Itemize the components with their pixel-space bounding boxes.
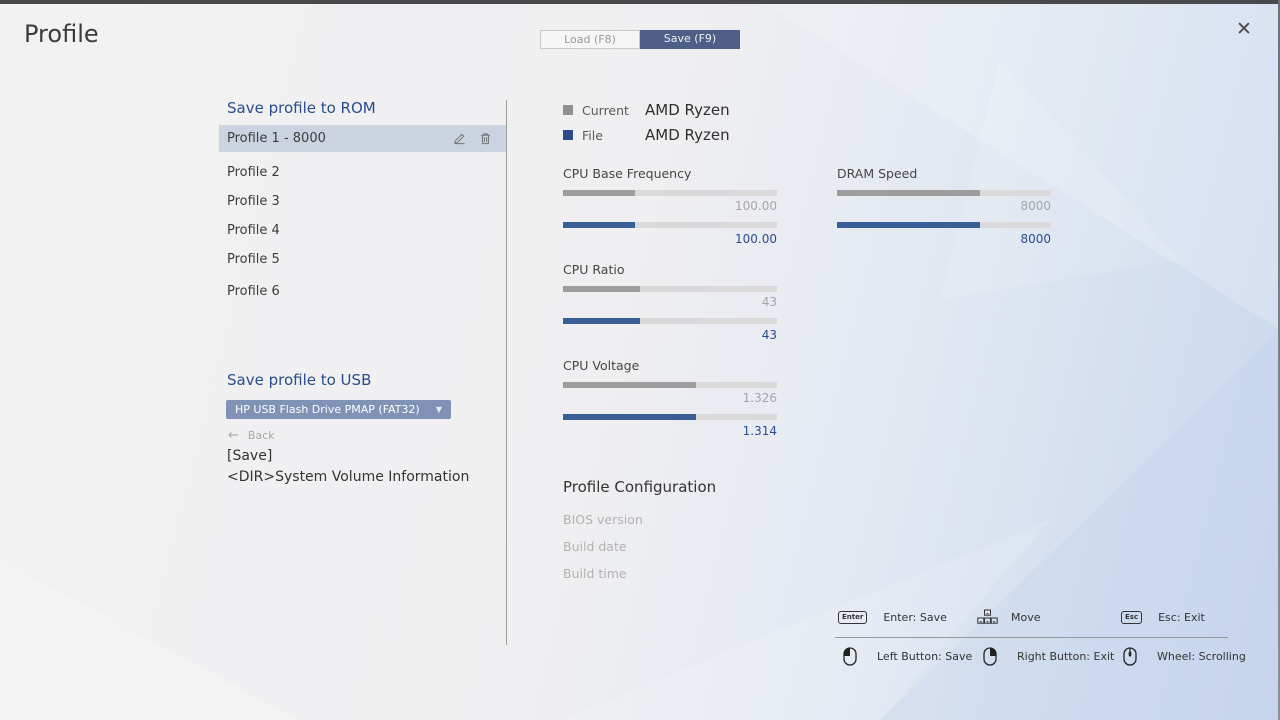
profile-slot-5[interactable]: Profile 5 — [219, 246, 506, 273]
slider-track-file[interactable] — [563, 414, 777, 420]
slider-value-file: 1.314 — [563, 424, 777, 438]
profile-slot-label: Profile 4 — [227, 223, 280, 238]
slider-cpu-base-frequency: CPU Base Frequency 100.00 100.00 — [563, 166, 777, 181]
slider-value-current: 100.00 — [563, 199, 777, 213]
slider-label: CPU Base Frequency — [563, 166, 777, 181]
slider-cpu-ratio: CPU Ratio 43 43 — [563, 262, 777, 277]
profile-slot-6[interactable]: Profile 6 — [219, 278, 506, 305]
page-title: Profile — [24, 20, 99, 48]
hint-enter-label: Enter: Save — [883, 611, 947, 624]
panel-divider — [506, 100, 507, 645]
legend-current: Current AMD Ryzen — [563, 101, 730, 119]
profile-slot-label: Profile 3 — [227, 194, 280, 209]
close-icon[interactable]: ✕ — [1236, 20, 1252, 39]
mouse-wheel-icon — [1123, 647, 1137, 666]
slider-value-file: 43 — [563, 328, 777, 342]
slider-label: CPU Ratio — [563, 262, 777, 277]
enter-key-icon: Enter — [838, 611, 867, 624]
esc-key-icon: Esc — [1121, 611, 1142, 624]
slider-track-current[interactable] — [563, 286, 777, 292]
profile-config-bios-version: BIOS version — [563, 512, 643, 527]
mouse-right-button-icon — [983, 647, 997, 666]
slider-fill-current — [563, 286, 640, 292]
legend-current-label: Current — [582, 103, 635, 118]
profile-configuration-heading: Profile Configuration — [563, 478, 716, 496]
hint-mouse-wheel: Wheel: Scrolling — [1123, 647, 1246, 666]
hints-divider — [835, 637, 1228, 638]
legend-current-swatch — [563, 105, 573, 115]
slider-track-file[interactable] — [563, 318, 777, 324]
slider-label: CPU Voltage — [563, 358, 777, 373]
hint-mouse-right: Right Button: Exit — [983, 647, 1114, 666]
profile-slot-2[interactable]: Profile 2 — [219, 159, 506, 186]
slider-track-current[interactable] — [563, 190, 777, 196]
slider-value-current: 1.326 — [563, 391, 777, 405]
slider-label: DRAM Speed — [837, 166, 1051, 181]
slider-fill-file — [563, 414, 696, 420]
slider-value-file: 100.00 — [563, 232, 777, 246]
slider-value-current: 8000 — [837, 199, 1051, 213]
usb-entry-save[interactable]: [Save] — [227, 448, 272, 464]
slider-fill-current — [563, 382, 696, 388]
profile-slot-1[interactable]: Profile 1 - 8000 — [219, 125, 506, 152]
hint-mouse-right-label: Right Button: Exit — [1017, 650, 1114, 663]
hint-enter: Enter Enter: Save — [838, 611, 947, 624]
hint-mouse-wheel-label: Wheel: Scrolling — [1157, 650, 1246, 663]
usb-drive-select[interactable]: HP USB Flash Drive PMAP (FAT32) ▼ — [226, 400, 451, 419]
slider-value-current: 43 — [563, 295, 777, 309]
hint-move: Move — [977, 609, 1041, 625]
arrow-keys-icon — [977, 609, 998, 625]
profile-slot-label: Profile 6 — [227, 284, 280, 299]
save-to-usb-heading: Save profile to USB — [227, 371, 371, 389]
top-border-bar — [0, 0, 1280, 4]
slider-value-file: 8000 — [837, 232, 1051, 246]
delete-trash-icon[interactable] — [479, 132, 492, 145]
slider-track-file[interactable] — [563, 222, 777, 228]
slider-track-file[interactable] — [837, 222, 1051, 228]
usb-entry-dir[interactable]: <DIR>System Volume Information — [227, 469, 469, 485]
slider-fill-current — [563, 190, 635, 196]
mouse-left-button-icon — [843, 647, 857, 666]
hint-esc-label: Esc: Exit — [1158, 611, 1205, 624]
edit-pencil-icon[interactable] — [453, 132, 466, 145]
legend-file: File AMD Ryzen — [563, 126, 730, 144]
slider-fill-current — [837, 190, 980, 196]
slider-fill-file — [563, 222, 635, 228]
profile-config-build-time: Build time — [563, 566, 627, 581]
back-label: Back — [248, 429, 275, 442]
hint-mouse-left-label: Left Button: Save — [877, 650, 972, 663]
slider-track-current[interactable] — [837, 190, 1051, 196]
save-to-rom-heading: Save profile to ROM — [227, 99, 376, 117]
slider-track-current[interactable] — [563, 382, 777, 388]
profile-config-build-date: Build date — [563, 539, 627, 554]
legend-file-label: File — [582, 128, 635, 143]
slider-dram-speed: DRAM Speed 8000 8000 — [837, 166, 1051, 181]
profile-slot-4[interactable]: Profile 4 — [219, 217, 506, 244]
usb-back-button[interactable]: ← Back — [228, 428, 275, 443]
slider-fill-file — [837, 222, 980, 228]
profile-slot-label: Profile 5 — [227, 252, 280, 267]
back-arrow-icon: ← — [228, 428, 239, 443]
tab-load-profile[interactable]: Load (F8) — [540, 30, 640, 49]
legend-file-value: AMD Ryzen — [645, 126, 730, 144]
profile-slot-label: Profile 2 — [227, 165, 280, 180]
legend-file-swatch — [563, 130, 573, 140]
profile-slot-3[interactable]: Profile 3 — [219, 188, 506, 215]
hint-mouse-left: Left Button: Save — [843, 647, 972, 666]
slider-cpu-voltage: CPU Voltage 1.326 1.314 — [563, 358, 777, 373]
usb-drive-selected-value: HP USB Flash Drive PMAP (FAT32) — [235, 403, 420, 416]
hint-move-label: Move — [1011, 611, 1041, 624]
hint-esc: Esc Esc: Exit — [1121, 611, 1205, 624]
legend-current-value: AMD Ryzen — [645, 101, 730, 119]
tab-save-profile[interactable]: Save (F9) — [640, 30, 740, 49]
profile-slot-label: Profile 1 - 8000 — [227, 131, 326, 146]
slider-fill-file — [563, 318, 640, 324]
chevron-down-icon: ▼ — [436, 400, 442, 419]
